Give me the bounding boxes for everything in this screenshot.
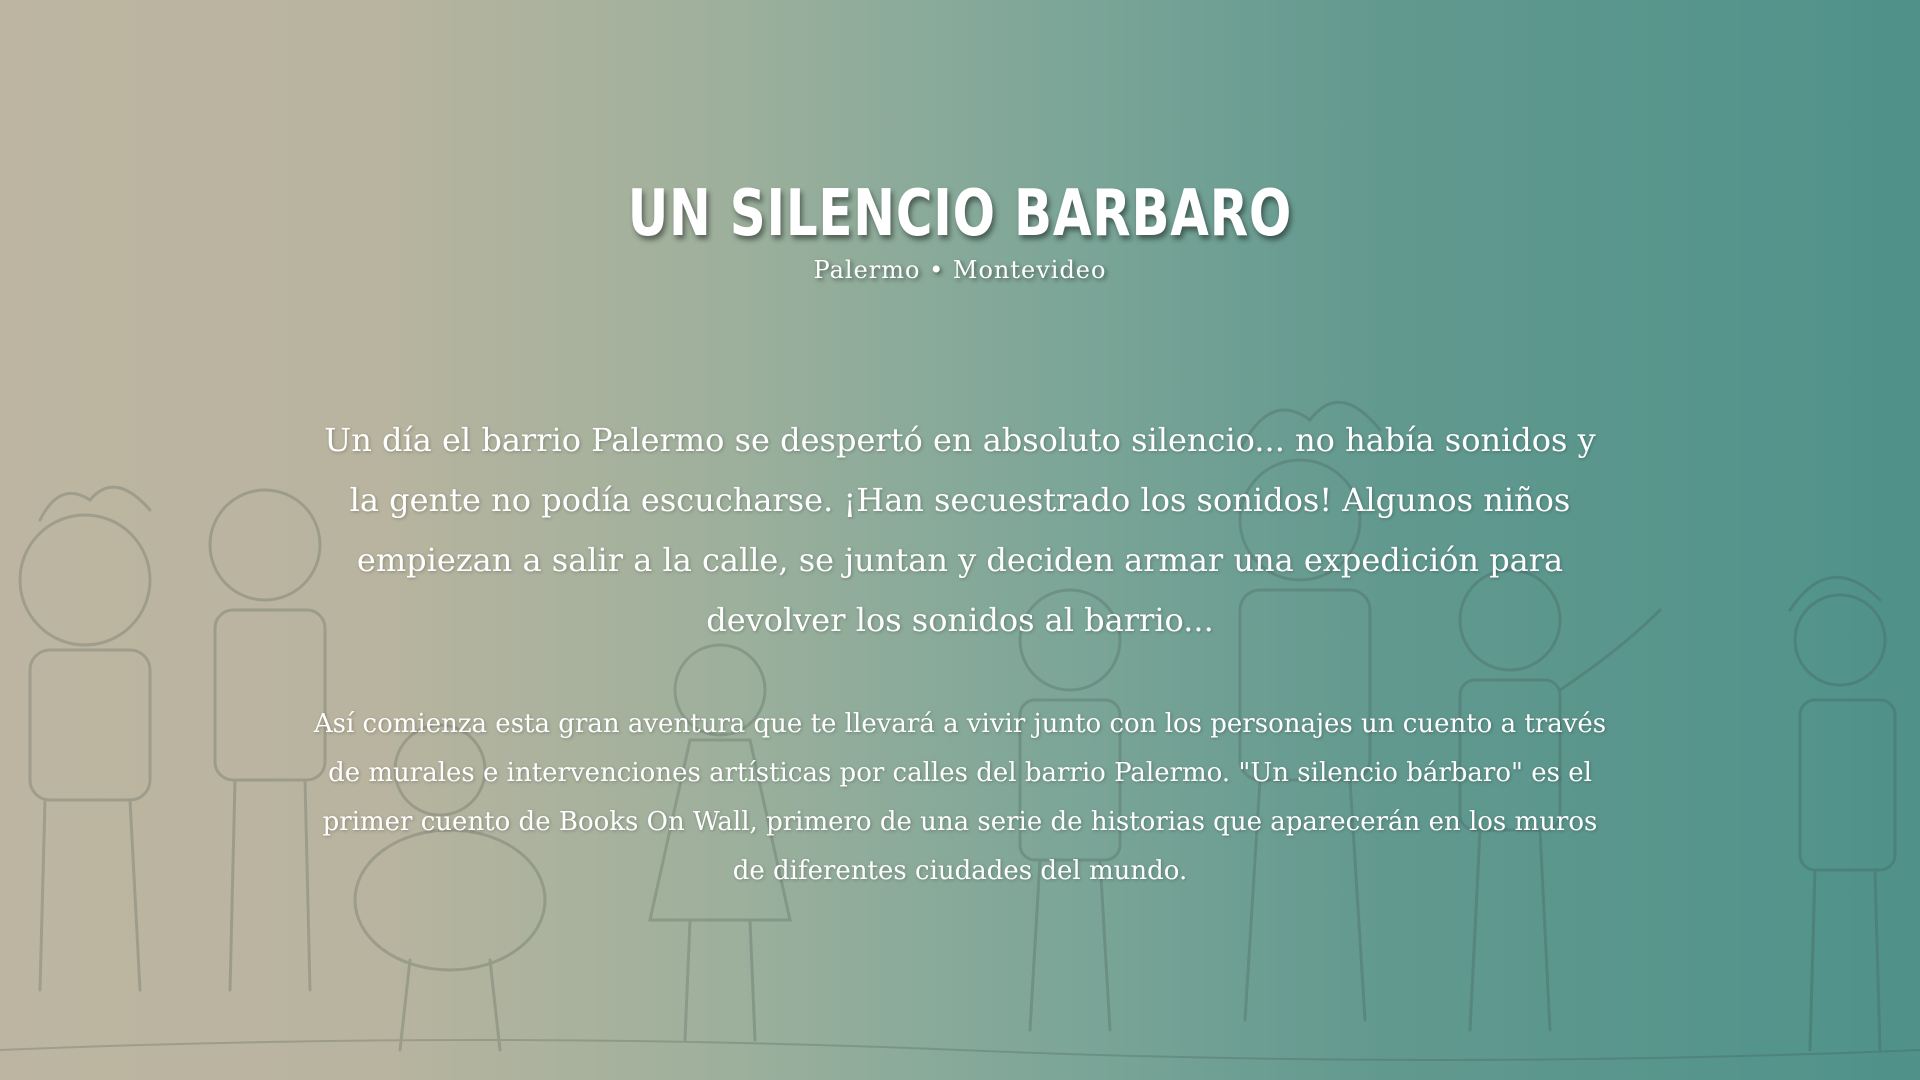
page-header: UN SILENCIO BARBARO Palermo • Montevideo [0, 178, 1920, 284]
page-subtitle: Palermo • Montevideo [813, 256, 1107, 284]
description-paragraph: Así comienza esta gran aventura que te l… [313, 709, 1607, 886]
intro-paragraph: Un día el barrio Palermo se despertó en … [324, 421, 1596, 639]
page-title: UN SILENCIO BARBARO [627, 177, 1293, 251]
